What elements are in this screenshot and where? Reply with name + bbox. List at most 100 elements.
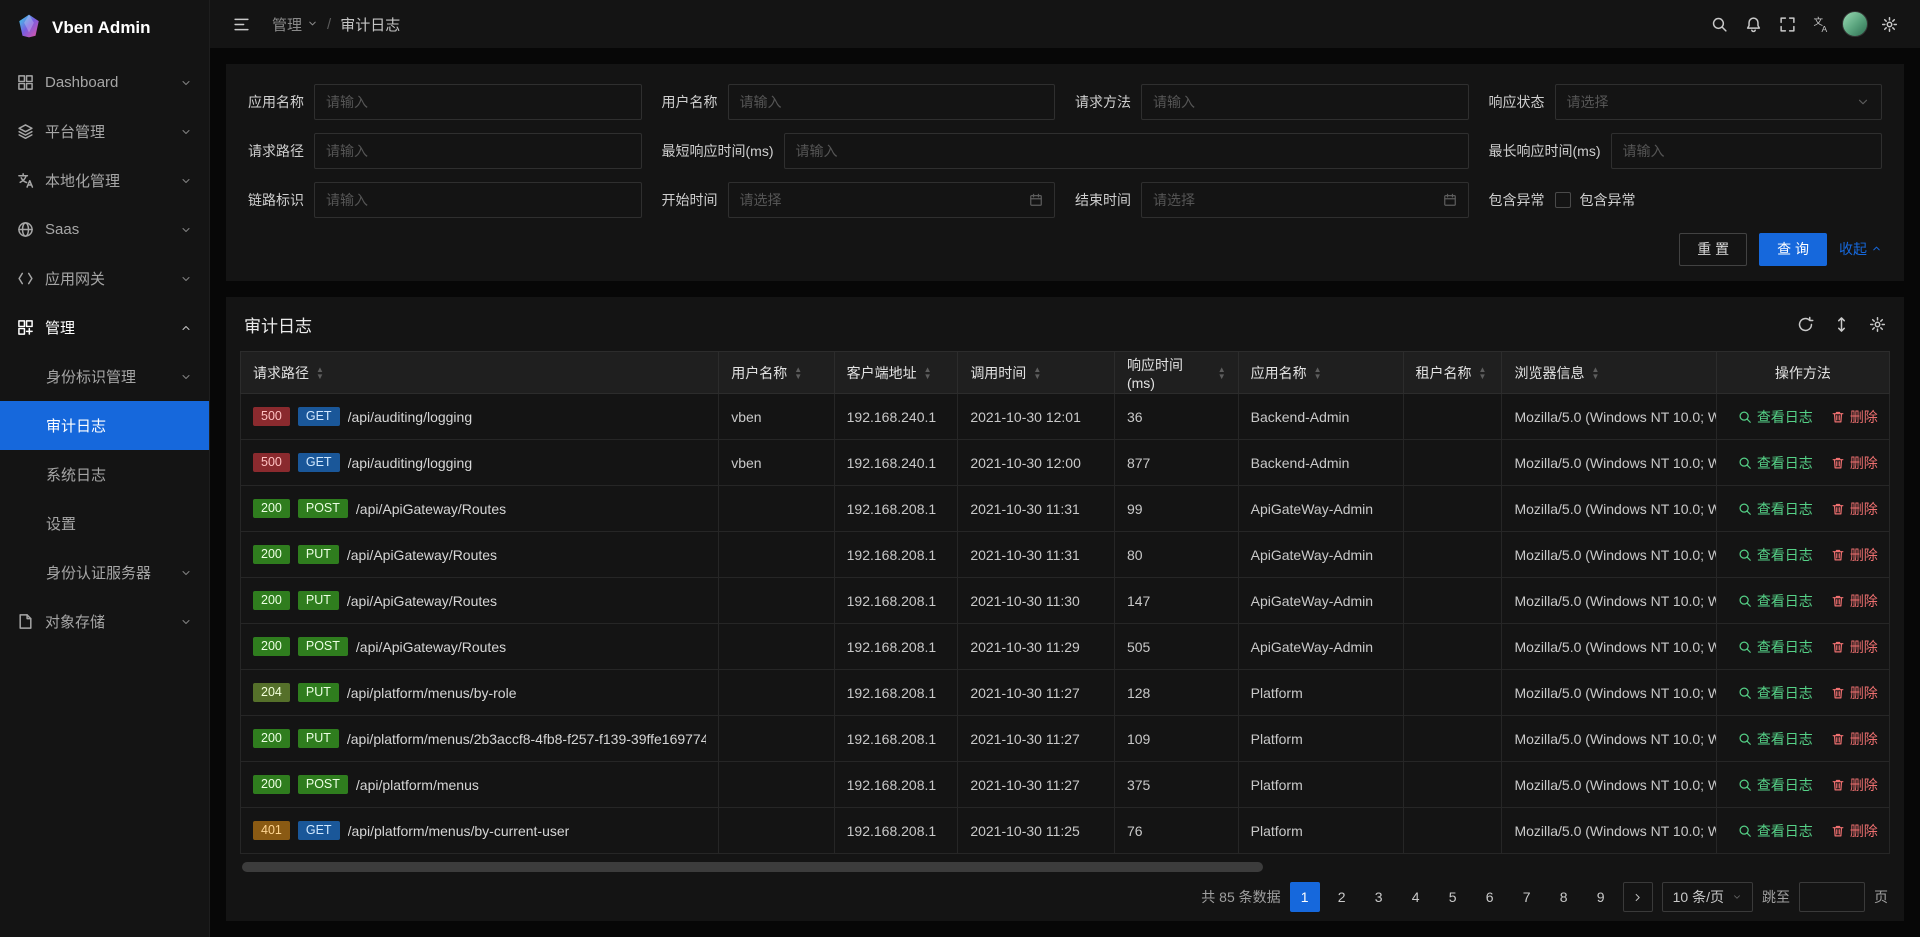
breadcrumb-item-management[interactable]: 管理: [272, 14, 318, 35]
chevron-up-icon: [1871, 241, 1882, 257]
calendar-icon: [1443, 193, 1457, 207]
delete-button[interactable]: 删除: [1831, 683, 1878, 703]
table-row: 200POST/api/ApiGateway/Routes192.168.208…: [241, 624, 1890, 670]
column-header-app[interactable]: 应用名称▲▼: [1238, 352, 1403, 394]
table-row: 500GET/api/auditing/loggingvben192.168.2…: [241, 394, 1890, 440]
column-settings-icon[interactable]: [1869, 316, 1886, 333]
sidebar-item-audit-log[interactable]: 审计日志: [0, 401, 209, 450]
delete-button[interactable]: 删除: [1831, 821, 1878, 841]
delete-button[interactable]: 删除: [1831, 453, 1878, 473]
page-button-5[interactable]: 5: [1438, 882, 1468, 912]
page-button-8[interactable]: 8: [1549, 882, 1579, 912]
jump-page-input[interactable]: [1799, 882, 1865, 912]
column-header-client[interactable]: 客户端地址▲▼: [834, 352, 958, 394]
filter-input-user-name[interactable]: [728, 84, 1056, 120]
column-header-content: 操作方法: [1729, 363, 1877, 383]
column-header-browser[interactable]: 浏览器信息▲▼: [1502, 352, 1716, 394]
delete-button[interactable]: 删除: [1831, 637, 1878, 657]
filter-input-trace-id[interactable]: [314, 182, 642, 218]
bell-icon[interactable]: [1736, 0, 1770, 48]
delete-button[interactable]: 删除: [1831, 729, 1878, 749]
filter-input-request-path[interactable]: [314, 133, 642, 169]
refresh-icon[interactable]: [1797, 316, 1814, 333]
filter-input-min-response-time[interactable]: [784, 133, 1469, 169]
view-log-button[interactable]: 查看日志: [1738, 637, 1813, 657]
filter-label-user-name: 用户名称: [662, 92, 718, 112]
view-log-button[interactable]: 查看日志: [1738, 821, 1813, 841]
row-height-icon[interactable]: [1833, 316, 1850, 333]
sidebar-item-localization[interactable]: 本地化管理: [0, 156, 209, 205]
column-header-time[interactable]: 调用时间▲▼: [958, 352, 1115, 394]
filter-datepicker-start-time[interactable]: 请选择: [728, 182, 1056, 218]
page-button-1[interactable]: 1: [1290, 882, 1320, 912]
filter-datepicker-end-time[interactable]: 请选择: [1141, 182, 1469, 218]
page-button-6[interactable]: 6: [1475, 882, 1505, 912]
filter-input-request-method[interactable]: [1141, 84, 1469, 120]
view-log-button[interactable]: 查看日志: [1738, 407, 1813, 427]
content: 应用名称用户名称请求方法响应状态请选择请求路径最短响应时间(ms)最长响应时间(…: [210, 48, 1920, 937]
reset-button[interactable]: 重 置: [1679, 233, 1747, 266]
delete-button[interactable]: 删除: [1831, 545, 1878, 565]
view-log-button[interactable]: 查看日志: [1738, 775, 1813, 795]
saas-icon: [17, 221, 34, 238]
sidebar-item-label: 应用网关: [45, 268, 105, 289]
next-page-button[interactable]: [1623, 882, 1653, 912]
delete-button[interactable]: 删除: [1831, 499, 1878, 519]
request-path-text: /api/ApiGateway/Routes: [356, 501, 506, 517]
search-icon[interactable]: [1702, 0, 1736, 48]
filter-input-max-response-time[interactable]: [1611, 133, 1883, 169]
view-log-button[interactable]: 查看日志: [1738, 453, 1813, 473]
table-row: 200PUT/api/platform/menus/2b3accf8-4fb8-…: [241, 716, 1890, 762]
filter-input-app-name[interactable]: [314, 84, 642, 120]
sidebar-item-system-log[interactable]: 系统日志: [0, 450, 209, 499]
page-button-9[interactable]: 9: [1586, 882, 1616, 912]
cell-request-path: 200PUT/api/ApiGateway/Routes: [241, 532, 719, 578]
collapse-button[interactable]: 收起: [1839, 239, 1882, 259]
sidebar-item-dashboard[interactable]: Dashboard: [0, 58, 209, 107]
cell-time: 2021-10-30 11:29: [958, 624, 1115, 670]
settings-icon[interactable]: [1872, 0, 1906, 48]
fullscreen-icon[interactable]: [1770, 0, 1804, 48]
page-button-4[interactable]: 4: [1401, 882, 1431, 912]
view-log-button[interactable]: 查看日志: [1738, 499, 1813, 519]
column-header-path[interactable]: 请求路径▲▼: [241, 352, 719, 394]
request-path-text: /api/ApiGateway/Routes: [356, 639, 506, 655]
view-log-button[interactable]: 查看日志: [1738, 591, 1813, 611]
sidebar-item-saas[interactable]: Saas: [0, 205, 209, 254]
delete-button[interactable]: 删除: [1831, 407, 1878, 427]
sidebar-item-identity[interactable]: 身份标识管理: [0, 352, 209, 401]
translate-icon[interactable]: 文A: [1804, 0, 1838, 48]
filter-label-app-name: 应用名称: [248, 92, 304, 112]
sidebar-item-auth-server[interactable]: 身份认证服务器: [0, 548, 209, 597]
view-log-button[interactable]: 查看日志: [1738, 729, 1813, 749]
page-button-3[interactable]: 3: [1364, 882, 1394, 912]
sidebar-item-gateway[interactable]: 应用网关: [0, 254, 209, 303]
localization-icon: [17, 172, 34, 189]
column-header-ms[interactable]: 响应时间(ms)▲▼: [1114, 352, 1238, 394]
sidebar-item-management[interactable]: 管理: [0, 303, 209, 352]
page-button-7[interactable]: 7: [1512, 882, 1542, 912]
avatar[interactable]: [1838, 0, 1872, 48]
column-header-tenant[interactable]: 租户名称▲▼: [1403, 352, 1502, 394]
delete-button[interactable]: 删除: [1831, 775, 1878, 795]
filter-select-response-status[interactable]: 请选择: [1555, 84, 1883, 120]
scrollbar-thumb[interactable]: [242, 862, 1263, 872]
menu-fold-icon[interactable]: [224, 0, 258, 48]
query-button[interactable]: 查 询: [1759, 233, 1827, 266]
cell-time: 2021-10-30 11:30: [958, 578, 1115, 624]
sidebar-item-platform[interactable]: 平台管理: [0, 107, 209, 156]
filter-checkbox-has-exception[interactable]: [1555, 192, 1571, 208]
page-button-2[interactable]: 2: [1327, 882, 1357, 912]
sidebar-item-object-storage[interactable]: 对象存储: [0, 597, 209, 646]
view-log-button[interactable]: 查看日志: [1738, 683, 1813, 703]
page-size-select[interactable]: 10 条/页: [1662, 882, 1753, 912]
table-row: 200PUT/api/ApiGateway/Routes192.168.208.…: [241, 532, 1890, 578]
logo[interactable]: Vben Admin: [0, 0, 209, 56]
column-header-user[interactable]: 用户名称▲▼: [719, 352, 834, 394]
sidebar-item-settings[interactable]: 设置: [0, 499, 209, 548]
cell-request-path: 200POST/api/platform/menus: [241, 762, 719, 808]
delete-button[interactable]: 删除: [1831, 591, 1878, 611]
table-row: 500GET/api/auditing/loggingvben192.168.2…: [241, 440, 1890, 486]
horizontal-scrollbar[interactable]: [242, 862, 1888, 872]
view-log-button[interactable]: 查看日志: [1738, 545, 1813, 565]
